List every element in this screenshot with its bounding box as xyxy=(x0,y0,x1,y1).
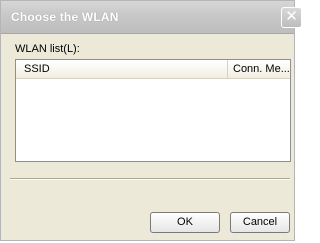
ok-button[interactable]: OK xyxy=(150,212,220,233)
wlan-list-header: SSID Conn. Me... xyxy=(16,60,290,79)
close-button[interactable]: ✕ xyxy=(281,7,302,28)
wlan-list[interactable]: SSID Conn. Me... xyxy=(15,59,291,162)
choose-wlan-dialog: Choose the WLAN ✕ WLAN list(L): SSID Con… xyxy=(0,0,302,241)
divider xyxy=(10,178,290,180)
title-bar[interactable]: Choose the WLAN ✕ xyxy=(1,1,302,34)
column-header-connection-method[interactable]: Conn. Me... xyxy=(228,60,290,78)
cancel-button[interactable]: Cancel xyxy=(230,212,290,233)
wlan-list-label: WLAN list(L): xyxy=(15,43,80,55)
column-header-ssid[interactable]: SSID xyxy=(16,60,228,78)
close-icon: ✕ xyxy=(285,8,298,25)
dialog-title: Choose the WLAN xyxy=(11,10,119,24)
